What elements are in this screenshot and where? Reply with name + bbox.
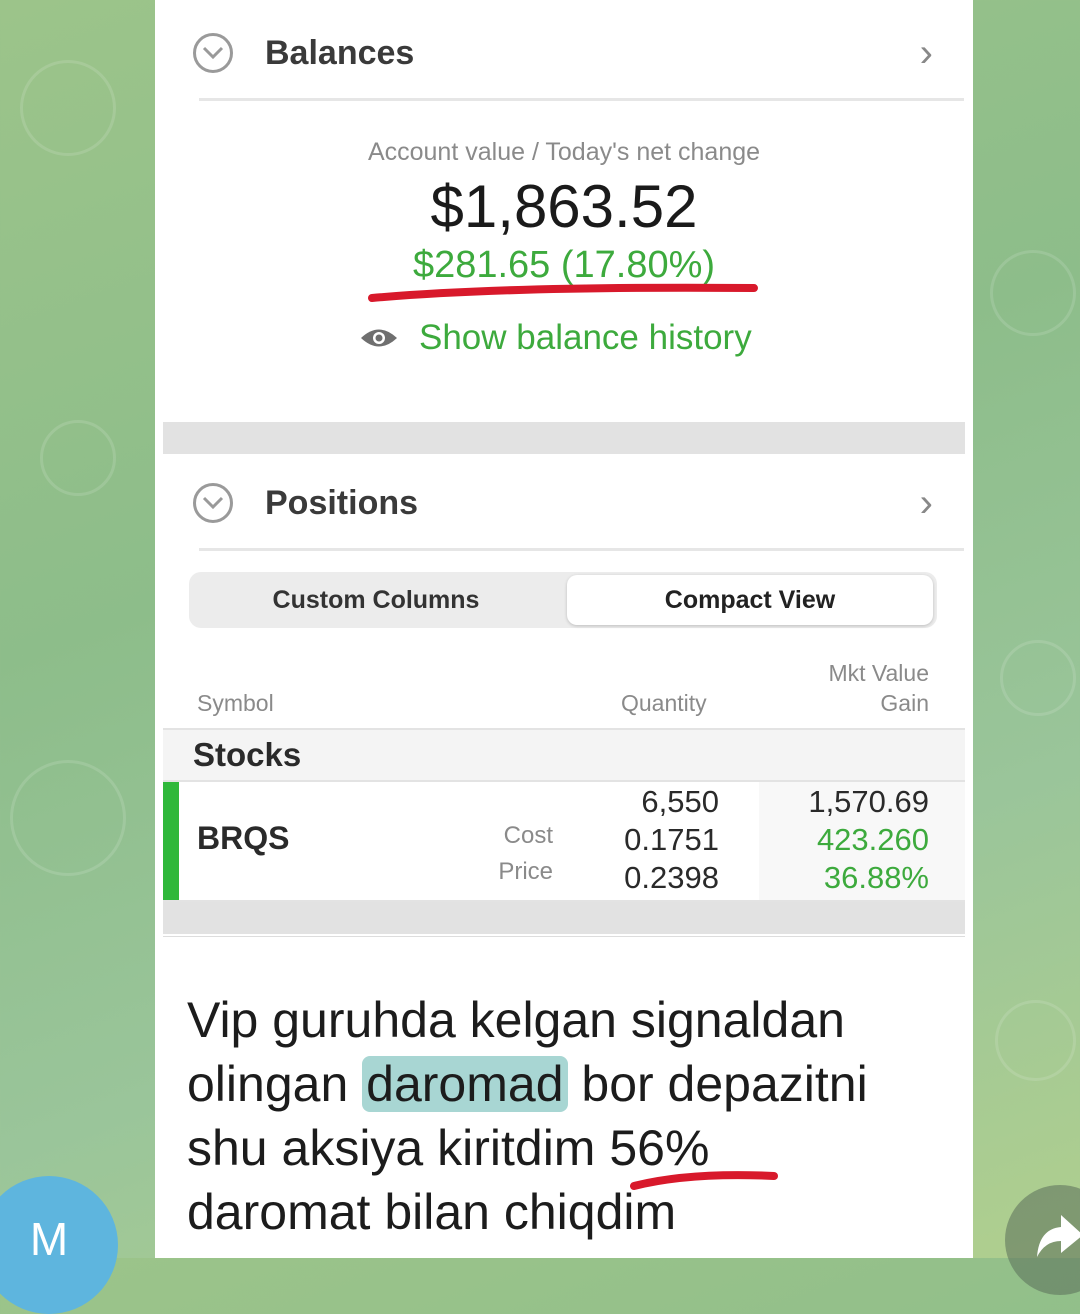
mkt-value: 1,570.69: [808, 784, 929, 819]
quantity-value: 6,550: [641, 784, 719, 819]
message-line-4: daromat bilan chiqdim: [187, 1184, 677, 1240]
wallpaper-doodle: [10, 760, 126, 876]
balances-title: Balances: [265, 33, 415, 72]
red-underline-annotation: [630, 1171, 778, 1190]
cost-label: Cost: [503, 822, 553, 849]
avatar[interactable]: M: [0, 1176, 118, 1314]
message-text: Vip guruhda kelgan signaldan olingan dar…: [187, 988, 967, 1244]
chevron-down-icon[interactable]: [193, 483, 233, 523]
stocks-group-label: Stocks: [193, 736, 302, 773]
account-value-label: Account value / Today's net change: [367, 138, 761, 166]
positions-header[interactable]: Positions ›: [193, 458, 963, 548]
next-section-strip: [163, 936, 965, 961]
col-gain[interactable]: Gain: [880, 690, 929, 717]
show-balance-history-link[interactable]: Show balance history: [359, 318, 752, 358]
row-accent-bar: [163, 782, 179, 900]
wallpaper-doodle: [990, 250, 1076, 336]
tab-custom-columns[interactable]: Custom Columns: [189, 572, 563, 628]
symbol-brqs: BRQS: [197, 820, 290, 856]
stocks-group-header: Stocks: [163, 728, 965, 782]
col-symbol[interactable]: Symbol: [197, 690, 274, 717]
message-line-1: Vip guruhda kelgan signaldan: [187, 992, 845, 1048]
gain-percent: 36.88%: [823, 860, 929, 895]
show-balance-history-label: Show balance history: [419, 318, 752, 357]
positions-title: Positions: [265, 483, 419, 522]
chevron-right-icon[interactable]: ›: [920, 31, 933, 76]
gain-value: 423.260: [816, 822, 929, 857]
view-segmented-control[interactable]: Custom Columns Compact View: [189, 572, 937, 628]
message-line-2-post: bor depazitni: [567, 1056, 868, 1112]
tab-compact-view[interactable]: Compact View: [567, 575, 933, 625]
col-quantity[interactable]: Quantity: [621, 690, 707, 717]
balances-header[interactable]: Balances ›: [193, 8, 963, 98]
chevron-right-icon[interactable]: ›: [920, 481, 933, 526]
chevron-down-icon[interactable]: [193, 33, 233, 73]
highlighted-word: daromad: [362, 1056, 568, 1112]
price-value: 0.2398: [624, 860, 719, 895]
col-mkt-value[interactable]: Mkt Value: [828, 660, 929, 687]
attached-screenshot[interactable]: Balances › Account value / Today's net c…: [163, 0, 965, 961]
price-label: Price: [498, 858, 553, 885]
divider: [199, 548, 964, 551]
wallpaper-doodle: [1000, 640, 1076, 716]
message-bubble[interactable]: Balances › Account value / Today's net c…: [155, 0, 973, 1258]
message-line-2: olingan daromad bor depazitni: [187, 1052, 967, 1116]
message-line-3: shu aksiya kiritdim 56%: [187, 1120, 710, 1176]
account-value: $1,863.52: [430, 173, 698, 240]
section-separator: [163, 422, 965, 454]
section-separator: [163, 902, 965, 934]
position-row[interactable]: BRQS Cost Price 6,550 0.1751 0.2398 1,57…: [163, 782, 965, 902]
share-arrow-icon: [1037, 1215, 1080, 1257]
wallpaper-doodle: [20, 60, 116, 156]
cost-value: 0.1751: [624, 822, 719, 857]
wallpaper-doodle: [995, 1000, 1076, 1081]
wallpaper-doodle: [40, 420, 116, 496]
message-line-2-pre: olingan: [187, 1056, 363, 1112]
eye-icon: [361, 329, 397, 347]
red-underline-annotation: [368, 283, 758, 302]
divider: [199, 98, 964, 101]
share-button[interactable]: [1005, 1185, 1080, 1295]
